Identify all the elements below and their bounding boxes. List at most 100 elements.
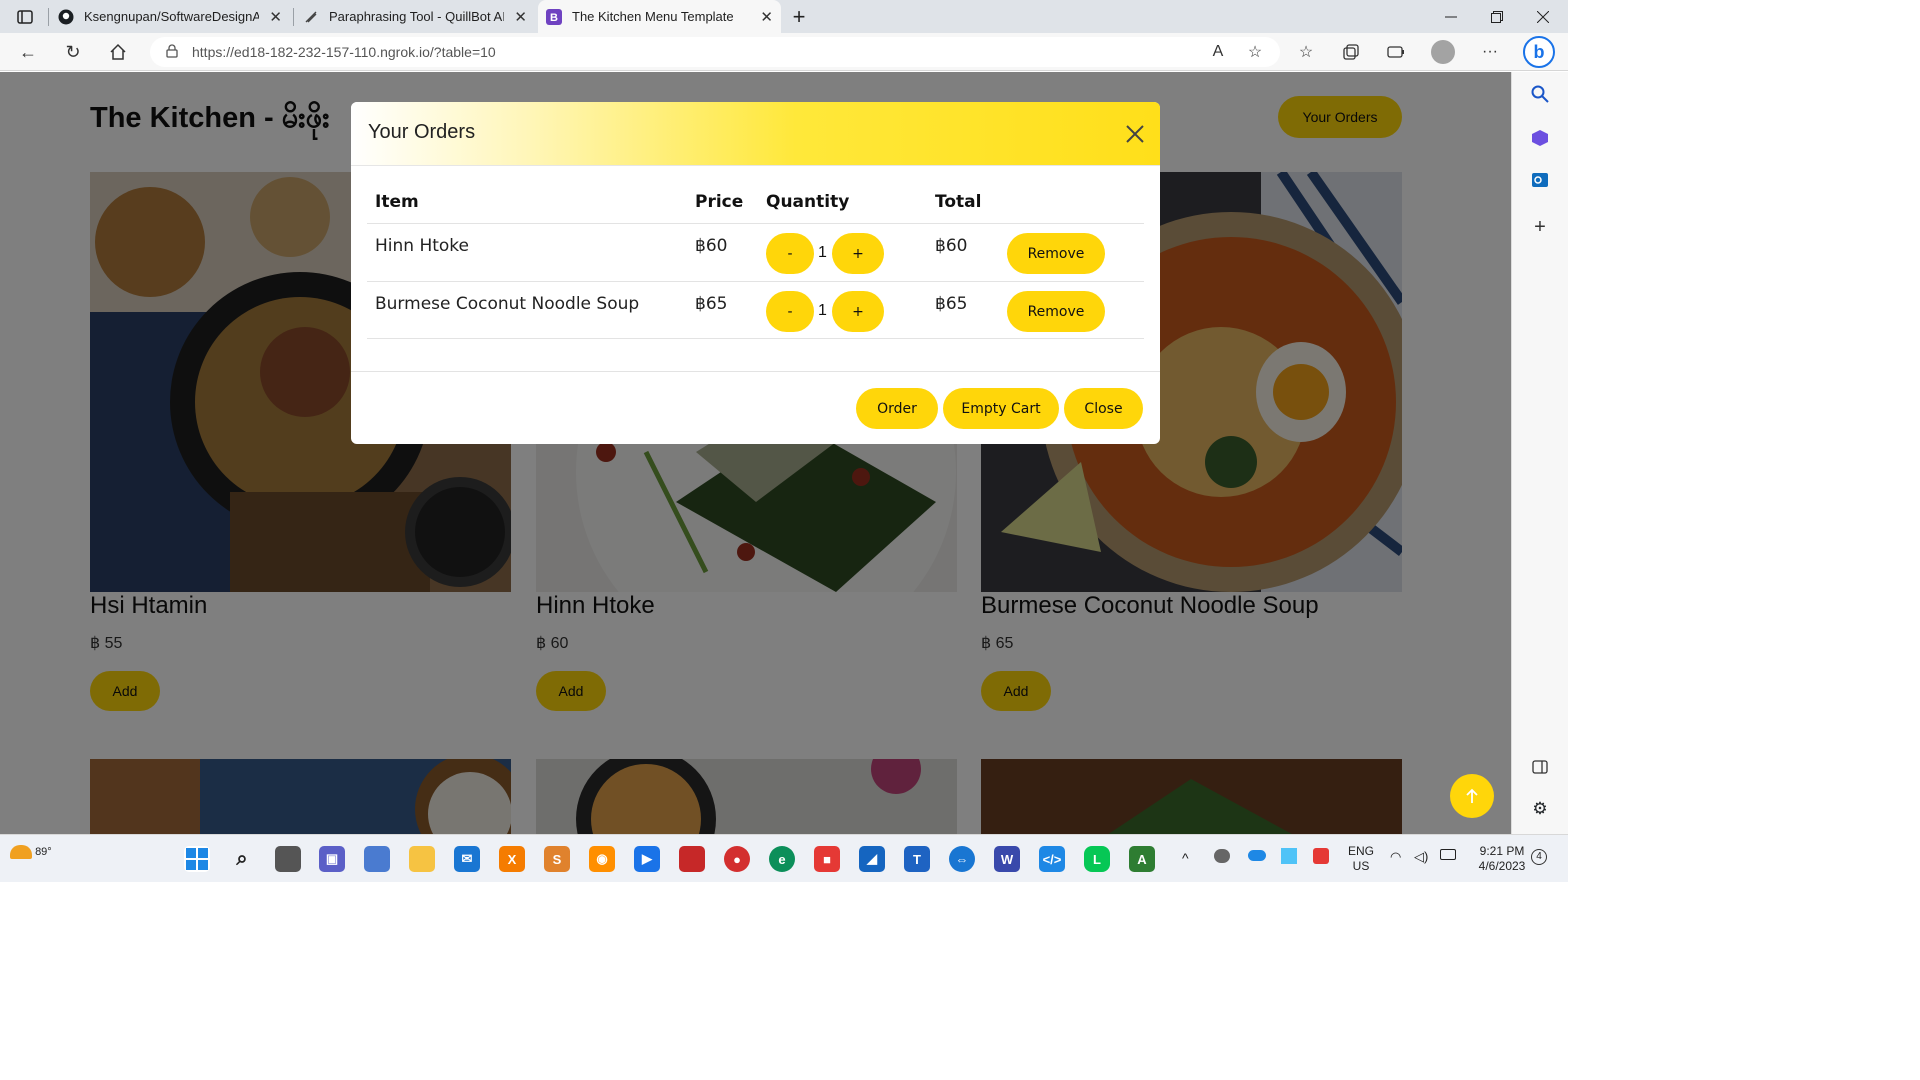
vscode-icon[interactable]: </> [1039,846,1065,872]
tab-kitchen-menu[interactable]: B The Kitchen Menu Template ✕ [538,0,781,33]
close-button[interactable]: Close [1064,388,1143,429]
github-icon [58,9,74,25]
wifi-icon[interactable]: ◠ [1390,849,1401,865]
settings-gear-icon[interactable]: ⚙ [1526,795,1554,823]
teamviewer-icon[interactable]: ⇔ [949,846,975,872]
photos-icon[interactable] [364,846,390,872]
task-view-icon[interactable] [275,846,301,872]
remove-button[interactable]: Remove [1007,291,1105,332]
app-icon[interactable]: ◢ [859,846,885,872]
address-bar: ← ↻ https://ed18-182-232-157-110.ngrok.i… [0,33,1568,71]
decrease-quantity-button[interactable]: - [766,233,814,274]
tray-app-icon[interactable] [1313,848,1329,864]
weather-temp: 89° [35,845,52,858]
line-icon[interactable]: L [1084,846,1110,872]
xampp-icon[interactable]: X [499,846,525,872]
order-item-name: Hinn Htoke [375,236,470,256]
read-aloud-icon[interactable]: A [1203,37,1233,67]
tab-github[interactable]: Ksengnupan/SoftwareDesignAlo ✕ [58,0,290,33]
media-player-icon[interactable]: ▶ [634,846,660,872]
refresh-icon[interactable]: ↻ [58,37,88,67]
restore-icon[interactable] [1474,0,1520,33]
region: US [1352,859,1370,873]
order-item-quantity: 1 [818,244,827,261]
close-icon[interactable] [1121,120,1149,148]
file-explorer-icon[interactable] [409,846,435,872]
page: The Kitchen - မိးဖိုး Your Orders Hsi Ht… [0,72,1511,834]
order-item-total: ฿60 [935,236,968,256]
teams-icon[interactable]: T [904,846,930,872]
add-sidebar-app-icon[interactable]: + [1526,213,1554,241]
scroll-to-top-button[interactable] [1450,774,1494,818]
video-icon[interactable]: ■ [814,846,840,872]
add-favorite-icon[interactable]: ☆ [1240,37,1270,67]
edge-icon[interactable]: e [769,846,795,872]
mail-icon[interactable]: ✉ [454,846,480,872]
column-header-price: Price [695,192,744,212]
sublime-text-icon[interactable]: S [544,846,570,872]
close-tab-icon[interactable]: ✕ [760,8,773,26]
back-icon[interactable]: ← [13,37,43,67]
tab-actions-icon[interactable] [2,0,48,33]
decrease-quantity-button[interactable]: - [766,291,814,332]
onedrive-icon[interactable] [1248,850,1266,861]
hide-sidebar-icon[interactable] [1526,753,1554,781]
modal-header: Your Orders [351,102,1160,166]
tab-title: Ksengnupan/SoftwareDesignAlo [84,9,259,24]
remove-button[interactable]: Remove [1007,233,1105,274]
order-item-quantity: 1 [818,302,827,319]
weather-icon [10,845,32,859]
show-hidden-icons-icon[interactable]: ^ [1182,850,1189,866]
clock[interactable]: 9:21 PM 4/6/2023 [1470,844,1534,874]
increase-quantity-button[interactable]: + [832,291,884,332]
start-icon[interactable] [184,846,210,872]
record-icon[interactable]: ● [724,846,750,872]
orders-modal: Your Orders Item Price Quantity Total Hi… [351,102,1160,444]
time: 9:21 PM [1479,844,1525,858]
tray-app-icon[interactable] [1214,849,1230,863]
volume-icon[interactable]: ◁) [1414,849,1428,865]
tab-bar: Ksengnupan/SoftwareDesignAlo ✕ Paraphras… [0,0,1568,33]
performance-icon[interactable] [1381,37,1411,67]
language: ENG [1348,844,1375,858]
minimize-icon[interactable] [1428,0,1474,33]
column-header-quantity: Quantity [766,192,850,212]
app-icon[interactable]: A [1129,846,1155,872]
close-window-icon[interactable] [1520,0,1566,33]
teams-chat-icon[interactable]: ▣ [319,846,345,872]
order-item-price: ฿65 [695,294,728,314]
new-tab-icon[interactable]: + [782,0,816,33]
profile-avatar[interactable] [1431,40,1455,64]
notification-badge[interactable]: 4 [1531,849,1547,865]
bing-chat-icon[interactable]: b [1523,36,1555,68]
home-icon[interactable] [103,37,133,67]
language-indicator[interactable]: ENG US [1348,844,1374,874]
chrome-icon[interactable]: ◉ [589,846,615,872]
tab-title: Paraphrasing Tool - QuillBot AI [329,9,504,24]
tab-quillbot[interactable]: Paraphrasing Tool - QuillBot AI ✕ [303,0,535,33]
tray-app-icon[interactable] [1281,848,1297,864]
close-tab-icon[interactable]: ✕ [269,8,282,26]
modal-title: Your Orders [368,121,476,143]
empty-cart-button[interactable]: Empty Cart [943,388,1059,429]
favorites-icon[interactable]: ☆ [1291,37,1321,67]
search-icon[interactable] [1526,80,1554,108]
lock-icon [166,43,178,61]
increase-quantity-button[interactable]: + [832,233,884,274]
app-icon[interactable] [679,846,705,872]
order-button[interactable]: Order [856,388,938,429]
close-tab-icon[interactable]: ✕ [514,8,527,26]
search-taskbar-icon[interactable]: ⌕ [229,846,255,872]
url-field[interactable]: https://ed18-182-232-157-110.ngrok.io/?t… [150,37,1280,67]
date: 4/6/2023 [1478,859,1526,873]
word-icon[interactable]: W [994,846,1020,872]
more-options-icon[interactable]: ··· [1475,37,1505,67]
weather-widget[interactable]: 89° [10,845,52,859]
outlook-icon[interactable] [1526,166,1554,194]
tab-title: The Kitchen Menu Template [572,9,734,24]
bootstrap-icon: B [546,8,562,25]
taskbar: 89° ⌕ ▣ ✉ X S ◉ ▶ ● e ■ ◢ T ⇔ W </> L A … [0,834,1568,882]
shopping-icon[interactable] [1526,124,1554,152]
battery-icon[interactable] [1440,849,1456,860]
collections-icon[interactable] [1336,37,1366,67]
